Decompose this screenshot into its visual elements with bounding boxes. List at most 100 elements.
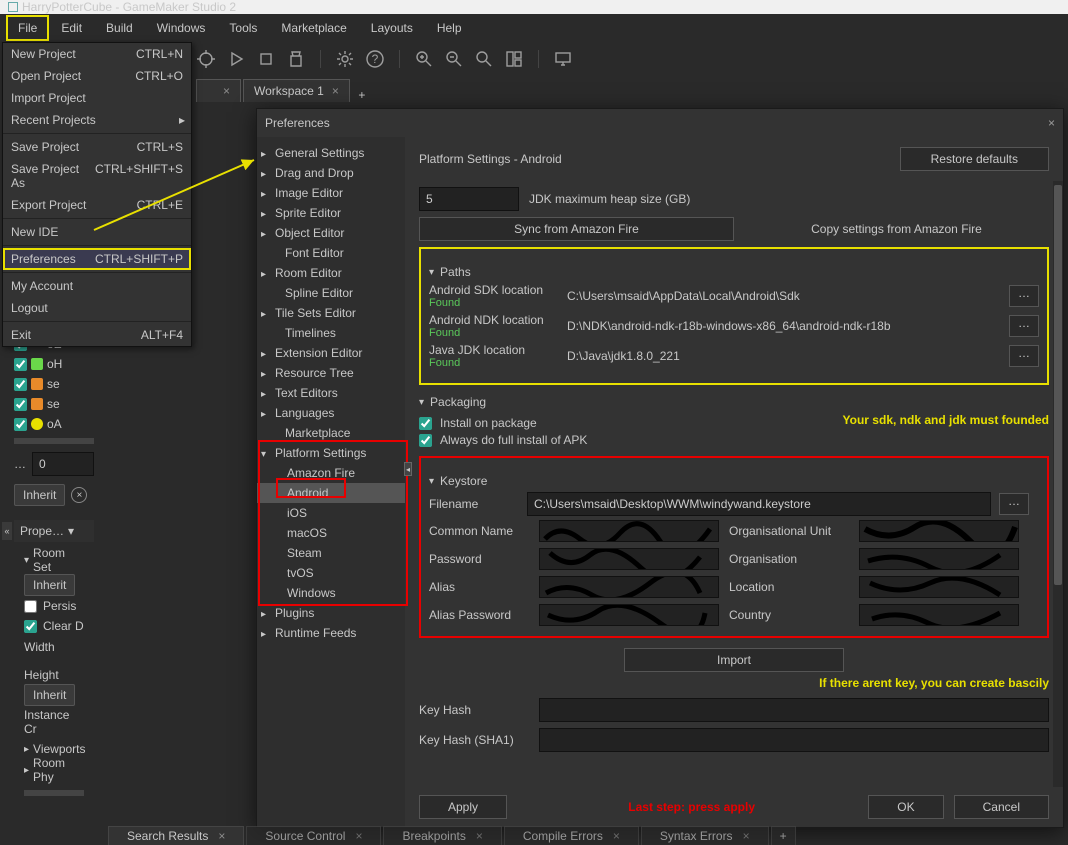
- menu-export[interactable]: Export ProjectCTRL+E: [3, 194, 191, 216]
- restore-defaults-button[interactable]: Restore defaults: [900, 147, 1049, 171]
- tree-timelines[interactable]: Timelines: [257, 323, 405, 343]
- resource-row[interactable]: oH: [14, 354, 94, 374]
- add-tab-button[interactable]: +: [352, 88, 372, 102]
- packaging-header[interactable]: Packaging: [419, 395, 1049, 409]
- common-name-input[interactable]: [539, 520, 719, 542]
- zoom-reset-icon[interactable]: [474, 49, 494, 69]
- keystore-filename-input[interactable]: [527, 492, 991, 516]
- resource-checkbox[interactable]: [14, 418, 27, 431]
- close-icon[interactable]: ×: [1048, 116, 1055, 130]
- play-icon[interactable]: [226, 49, 246, 69]
- tree-tile-sets-editor[interactable]: Tile Sets Editor: [257, 303, 405, 323]
- menu-build[interactable]: Build: [94, 15, 145, 41]
- menu-tools[interactable]: Tools: [217, 15, 269, 41]
- tab-search-results[interactable]: Search Results×: [108, 826, 244, 845]
- resource-row[interactable]: se: [14, 374, 94, 394]
- tree-platform-settings[interactable]: Platform Settings: [257, 443, 405, 463]
- resource-row[interactable]: se: [14, 394, 94, 414]
- tab-compile-errors[interactable]: Compile Errors×: [504, 826, 639, 845]
- resource-checkbox[interactable]: [14, 398, 27, 411]
- menu-new-project[interactable]: New ProjectCTRL+N: [3, 43, 191, 65]
- tree-sprite-editor[interactable]: Sprite Editor: [257, 203, 405, 223]
- close-icon[interactable]: ×: [218, 829, 225, 843]
- gear-icon[interactable]: [335, 49, 355, 69]
- import-button[interactable]: Import: [624, 648, 844, 672]
- tree-object-editor[interactable]: Object Editor: [257, 223, 405, 243]
- apply-button[interactable]: Apply: [419, 795, 507, 819]
- cancel-button[interactable]: Cancel: [954, 795, 1049, 819]
- inherit-button[interactable]: Inherit: [14, 484, 65, 506]
- keystore-header[interactable]: Keystore: [429, 474, 1039, 488]
- menu-edit[interactable]: Edit: [49, 15, 94, 41]
- close-icon[interactable]: ×: [743, 829, 750, 843]
- menu-save-as[interactable]: Save Project AsCTRL+SHIFT+S: [3, 158, 191, 194]
- tree-android[interactable]: Android: [257, 483, 405, 503]
- viewports-label[interactable]: Viewports: [33, 742, 85, 756]
- tree-marketplace[interactable]: Marketplace: [257, 423, 405, 443]
- close-icon[interactable]: ×: [476, 829, 483, 843]
- copy-amazon-fire-link[interactable]: Copy settings from Amazon Fire: [744, 222, 1049, 236]
- password-input[interactable]: [539, 548, 719, 570]
- tree-languages[interactable]: Languages: [257, 403, 405, 423]
- menu-open-project[interactable]: Open ProjectCTRL+O: [3, 65, 191, 87]
- scrollbar-vertical[interactable]: [1054, 185, 1062, 585]
- menu-import-project[interactable]: Import Project: [3, 87, 191, 109]
- inherit-button[interactable]: Inherit: [24, 684, 75, 706]
- menu-preferences[interactable]: PreferencesCTRL+SHIFT+P: [3, 248, 191, 270]
- monitor-icon[interactable]: [553, 49, 573, 69]
- location-input[interactable]: [859, 576, 1019, 598]
- clear-display-checkbox[interactable]: [24, 620, 37, 633]
- room-physics-label[interactable]: Room Phy: [33, 756, 84, 784]
- add-output-tab[interactable]: +: [771, 826, 796, 845]
- organisation-input[interactable]: [859, 548, 1019, 570]
- tree-room-editor[interactable]: Room Editor: [257, 263, 405, 283]
- browse-button[interactable]: …: [1009, 285, 1039, 307]
- tree-extension-editor[interactable]: Extension Editor: [257, 343, 405, 363]
- org-unit-input[interactable]: [859, 520, 1019, 542]
- layout-icon[interactable]: [504, 49, 524, 69]
- target-icon[interactable]: [196, 49, 216, 69]
- full-install-apk-checkbox[interactable]: [419, 434, 432, 447]
- resource-checkbox[interactable]: [14, 358, 27, 371]
- stop-icon[interactable]: [256, 49, 276, 69]
- browse-button[interactable]: …: [999, 493, 1029, 515]
- close-icon[interactable]: ×: [223, 84, 230, 98]
- menu-recent-projects[interactable]: Recent Projects: [3, 109, 191, 131]
- alias-password-input[interactable]: [539, 604, 719, 626]
- tree-general-settings[interactable]: General Settings: [257, 143, 405, 163]
- tree-spline-editor[interactable]: Spline Editor: [257, 283, 405, 303]
- properties-header[interactable]: Prope…: [14, 520, 94, 542]
- tree-steam[interactable]: Steam: [257, 543, 405, 563]
- tab-source-control[interactable]: Source Control×: [246, 826, 381, 845]
- workspace-tab-0[interactable]: ×: [196, 79, 241, 102]
- menu-exit[interactable]: ExitALT+F4: [3, 324, 191, 346]
- resource-checkbox[interactable]: [14, 378, 27, 391]
- tree-resource-tree[interactable]: Resource Tree: [257, 363, 405, 383]
- tree-tvos[interactable]: tvOS: [257, 563, 405, 583]
- persist-checkbox[interactable]: [24, 600, 37, 613]
- paths-header[interactable]: Paths: [429, 265, 1039, 279]
- country-input[interactable]: [859, 604, 1019, 626]
- tree-font-editor[interactable]: Font Editor: [257, 243, 405, 263]
- tree-runtime-feeds[interactable]: Runtime Feeds: [257, 623, 405, 643]
- close-icon[interactable]: ×: [613, 829, 620, 843]
- close-icon[interactable]: ×: [355, 829, 362, 843]
- menu-new-ide[interactable]: New IDE: [3, 221, 191, 243]
- tree-collapse-handle[interactable]: ◂: [404, 462, 412, 476]
- scrollbar-horizontal[interactable]: [14, 438, 94, 444]
- tree-macos[interactable]: macOS: [257, 523, 405, 543]
- menu-save[interactable]: Save ProjectCTRL+S: [3, 136, 191, 158]
- key-hash-input[interactable]: [539, 698, 1049, 722]
- ok-button[interactable]: OK: [868, 795, 943, 819]
- inherit-button[interactable]: Inherit: [24, 574, 75, 596]
- tree-drag-and-drop[interactable]: Drag and Drop: [257, 163, 405, 183]
- heap-size-input[interactable]: [419, 187, 519, 211]
- scrollbar-horizontal[interactable]: [24, 790, 84, 796]
- menu-layouts[interactable]: Layouts: [359, 15, 425, 41]
- menu-logout[interactable]: Logout: [3, 297, 191, 319]
- sync-amazon-fire-button[interactable]: Sync from Amazon Fire: [419, 217, 734, 241]
- panel-collapse-handle[interactable]: «: [2, 522, 12, 540]
- value-input[interactable]: [32, 452, 94, 476]
- install-on-package-checkbox[interactable]: [419, 417, 432, 430]
- tree-image-editor[interactable]: Image Editor: [257, 183, 405, 203]
